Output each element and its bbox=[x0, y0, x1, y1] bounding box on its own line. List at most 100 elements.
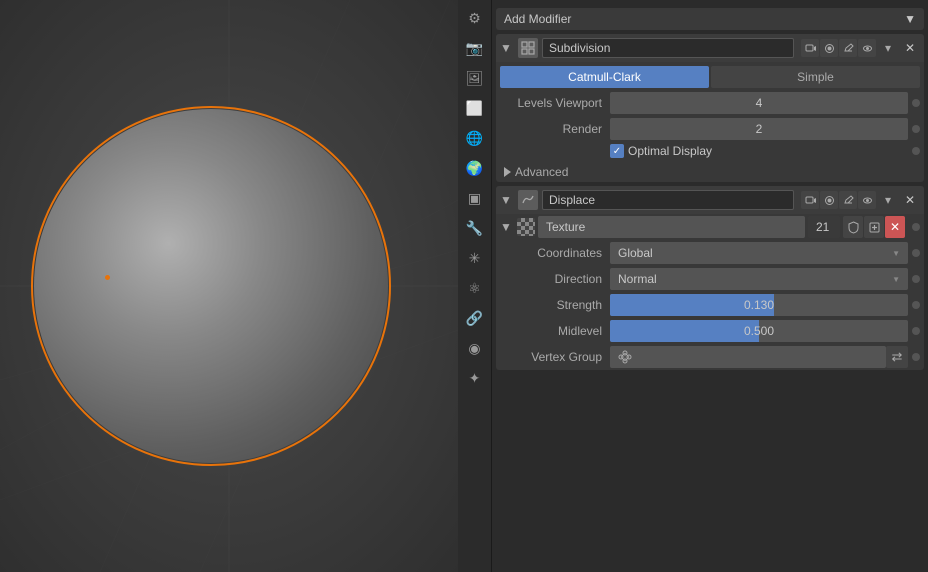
direction-row: Direction Normal bbox=[496, 266, 924, 292]
strength-dot[interactable] bbox=[912, 301, 920, 309]
displace-camera-icon[interactable] bbox=[801, 191, 819, 209]
subdivision-camera-icon[interactable] bbox=[801, 39, 819, 57]
modifier-props-icon[interactable]: 🔧 bbox=[461, 214, 489, 242]
midlevel-label: Midlevel bbox=[500, 324, 610, 338]
subdivision-modifier-header: ▼ bbox=[496, 34, 924, 62]
texture-row: ▼ Texture 21 ✕ bbox=[496, 214, 924, 240]
subdivision-name-input[interactable] bbox=[542, 38, 794, 58]
scene-icon[interactable]: 🌐 bbox=[461, 124, 489, 152]
displace-dropdown-btn[interactable]: ▾ bbox=[878, 190, 898, 210]
direction-dropdown[interactable]: Normal bbox=[610, 268, 908, 290]
data-icon[interactable]: ◉ bbox=[461, 334, 489, 362]
texture-label: Texture bbox=[546, 220, 585, 234]
add-modifier-button[interactable]: Add Modifier ▼ bbox=[496, 8, 924, 30]
displace-collapse-arrow[interactable]: ▼ bbox=[500, 193, 514, 207]
render-value[interactable]: 2 bbox=[610, 118, 908, 140]
simple-button[interactable]: Simple bbox=[711, 66, 920, 88]
texture-collapse-arrow[interactable]: ▼ bbox=[500, 220, 514, 234]
optimal-display-label[interactable]: ✓ Optimal Display bbox=[610, 144, 712, 158]
levels-viewport-value[interactable]: 4 bbox=[610, 92, 908, 114]
properties-panel: Add Modifier ▼ ▼ bbox=[492, 0, 928, 572]
render-row: Render 2 bbox=[496, 116, 924, 142]
displace-view-icon[interactable] bbox=[858, 191, 876, 209]
midlevel-row: Midlevel 0.500 bbox=[496, 318, 924, 344]
properties-sidebar: ⚙ 📷 🖼 ⬜ 🌐 🌍 ▣ 🔧 ✳ ⚛ 🔗 ◉ ✦ Add Modifier ▼… bbox=[458, 0, 928, 572]
optimal-display-row: ✓ Optimal Display bbox=[496, 142, 924, 162]
direction-chevron-icon bbox=[892, 274, 900, 285]
object-props-icon[interactable]: ▣ bbox=[461, 184, 489, 212]
3d-viewport[interactable] bbox=[0, 0, 458, 572]
add-modifier-chevron: ▼ bbox=[904, 12, 916, 26]
vertex-group-row: Vertex Group ⇄ bbox=[496, 344, 924, 370]
render-icon[interactable]: 📷 bbox=[461, 34, 489, 62]
properties-icon-toolbar: ⚙ 📷 🖼 ⬜ 🌐 🌍 ▣ 🔧 ✳ ⚛ 🔗 ◉ ✦ bbox=[458, 0, 492, 572]
midlevel-dot[interactable] bbox=[912, 327, 920, 335]
direction-value: Normal bbox=[618, 272, 657, 286]
coordinates-value: Global bbox=[618, 246, 653, 260]
subdivision-close-btn[interactable]: ✕ bbox=[900, 38, 920, 58]
vertex-group-field[interactable] bbox=[610, 346, 886, 368]
direction-dot[interactable] bbox=[912, 275, 920, 283]
optimal-display-dot[interactable] bbox=[912, 147, 920, 155]
vertex-group-label: Vertex Group bbox=[500, 350, 610, 364]
subdivision-collapse-arrow[interactable]: ▼ bbox=[500, 41, 514, 55]
constraints-icon[interactable]: 🔗 bbox=[461, 304, 489, 332]
levels-viewport-dot[interactable] bbox=[912, 99, 920, 107]
displace-modifier-block: ▼ bbox=[496, 186, 924, 370]
render-dot[interactable] bbox=[912, 125, 920, 133]
subdivision-dropdown-btn[interactable]: ▾ bbox=[878, 38, 898, 58]
texture-number[interactable]: 21 bbox=[808, 216, 840, 238]
displace-edit-icon[interactable] bbox=[839, 191, 857, 209]
view-layer-icon[interactable]: ⬜ bbox=[461, 94, 489, 122]
texture-dot[interactable] bbox=[912, 223, 920, 231]
vertex-group-dot[interactable] bbox=[912, 353, 920, 361]
strength-row: Strength 0.130 bbox=[496, 292, 924, 318]
texture-shield-btn[interactable] bbox=[843, 216, 863, 238]
physics-icon[interactable]: ⚛ bbox=[461, 274, 489, 302]
advanced-row[interactable]: Advanced bbox=[496, 162, 924, 182]
texture-unlink-btn[interactable]: ✕ bbox=[885, 216, 905, 238]
advanced-label: Advanced bbox=[515, 165, 568, 179]
levels-viewport-label: Levels Viewport bbox=[500, 96, 610, 110]
subdivision-view-icon[interactable] bbox=[858, 39, 876, 57]
strength-label: Strength bbox=[500, 298, 610, 312]
displace-render-icon[interactable] bbox=[820, 191, 838, 209]
strength-value: 0.130 bbox=[610, 294, 908, 316]
output-icon[interactable]: 🖼 bbox=[461, 64, 489, 92]
subdivision-modifier-block: ▼ bbox=[496, 34, 924, 182]
coordinates-dropdown[interactable]: Global bbox=[610, 242, 908, 264]
sphere-outline bbox=[31, 106, 391, 466]
texture-browse-btn[interactable] bbox=[864, 216, 884, 238]
sphere-surface bbox=[34, 109, 388, 463]
coordinates-dot[interactable] bbox=[912, 249, 920, 257]
texture-name-field[interactable]: Texture bbox=[538, 216, 805, 238]
coordinates-row: Coordinates Global bbox=[496, 240, 924, 266]
displace-type-icon bbox=[518, 190, 538, 210]
direction-label: Direction bbox=[500, 272, 610, 286]
displace-close-btn[interactable]: ✕ bbox=[900, 190, 920, 210]
vertex-group-icon bbox=[618, 350, 632, 364]
subdivision-edit-icon[interactable] bbox=[839, 39, 857, 57]
origin-dot bbox=[105, 275, 110, 280]
tool-icon[interactable]: ⚙ bbox=[461, 4, 489, 32]
coordinates-chevron-icon bbox=[892, 248, 900, 259]
displace-name-input[interactable] bbox=[542, 190, 794, 210]
coordinates-label: Coordinates bbox=[500, 246, 610, 260]
vertex-group-flip-button[interactable]: ⇄ bbox=[886, 346, 908, 368]
shader-icon[interactable]: ✦ bbox=[461, 364, 489, 392]
displace-modifier-header: ▼ bbox=[496, 186, 924, 214]
displace-header-actions: ▾ ✕ bbox=[798, 190, 920, 210]
strength-value-bar[interactable]: 0.130 bbox=[610, 294, 908, 316]
optimal-display-checkbox[interactable]: ✓ bbox=[610, 144, 624, 158]
subdivision-render-icon[interactable] bbox=[820, 39, 838, 57]
world-icon[interactable]: 🌍 bbox=[461, 154, 489, 182]
subdivision-header-actions: ▾ ✕ bbox=[798, 38, 920, 58]
particles-icon[interactable]: ✳ bbox=[461, 244, 489, 272]
midlevel-value-bar[interactable]: 0.500 bbox=[610, 320, 908, 342]
render-label: Render bbox=[500, 122, 610, 136]
texture-action-buttons: ✕ bbox=[843, 216, 905, 238]
midlevel-value: 0.500 bbox=[610, 320, 908, 342]
levels-viewport-row: Levels Viewport 4 bbox=[496, 90, 924, 116]
sphere-object bbox=[31, 106, 391, 466]
catmull-clark-button[interactable]: Catmull-Clark bbox=[500, 66, 709, 88]
